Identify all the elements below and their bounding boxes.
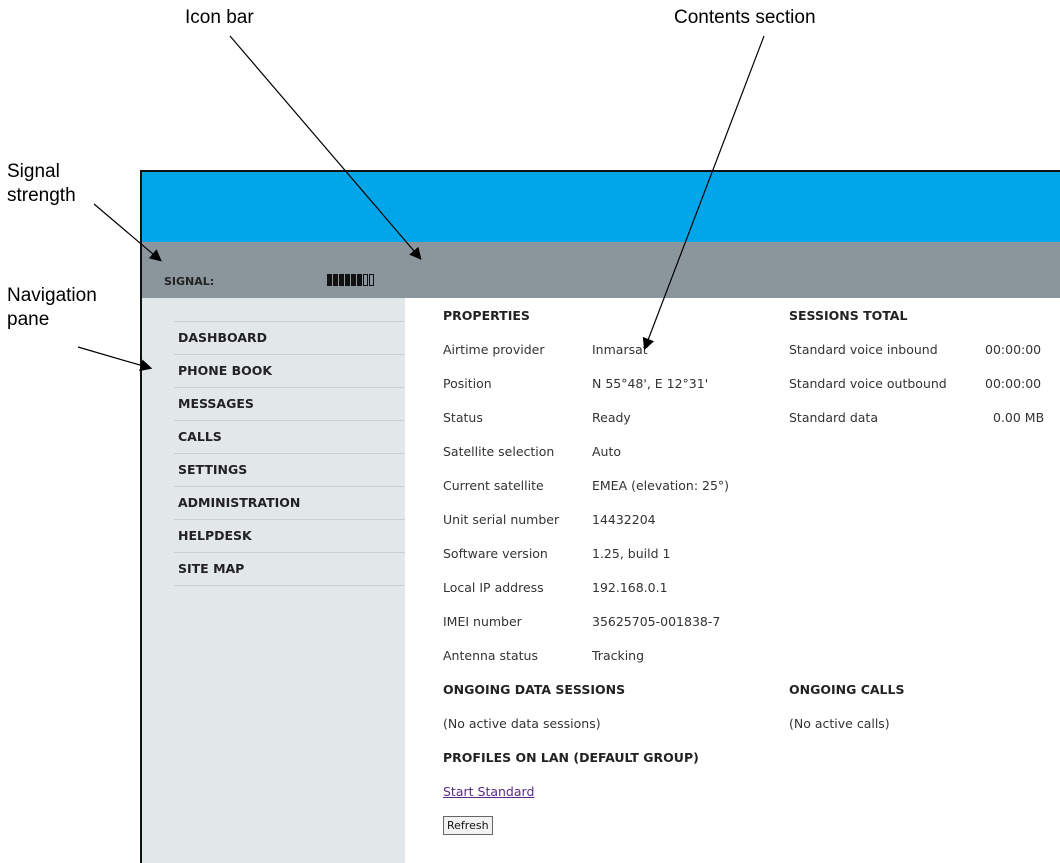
- property-value: Inmarsat: [592, 342, 648, 357]
- session-value: 00:00:00: [985, 376, 1042, 391]
- property-label: Satellite selection: [443, 444, 555, 459]
- property-value: N 55°48', E 12°31': [592, 376, 709, 391]
- session-value: 0.00 MB: [993, 410, 1045, 425]
- property-value: Tracking: [592, 648, 645, 663]
- properties-heading: PROPERTIES: [443, 308, 530, 323]
- property-label: Unit serial number: [443, 512, 560, 527]
- top-banner: [142, 172, 1060, 242]
- callout-signal-strength: Signal strength: [7, 160, 76, 208]
- nav-item-calls[interactable]: CALLS: [174, 421, 405, 454]
- callout-icon-bar: Icon bar: [185, 7, 254, 28]
- property-label: Local IP address: [443, 580, 544, 595]
- navigation-pane: DASHBOARD PHONE BOOK MESSAGES CALLS SETT…: [142, 298, 405, 863]
- main-area: DASHBOARD PHONE BOOK MESSAGES CALLS SETT…: [142, 298, 1060, 863]
- icon-bar: SIGNAL:: [142, 242, 1060, 298]
- contents-section: PROPERTIES Airtime provider Inmarsat Pos…: [405, 298, 1060, 863]
- nav-item-site-map[interactable]: SITE MAP: [174, 553, 405, 586]
- web-interface-screenshot: SIGNAL: DASHBOARD PHONE BOOK MESSAGES CA…: [140, 170, 1060, 863]
- signal-bar-empty: [363, 274, 368, 286]
- callout-navigation-line1: Navigation: [7, 285, 97, 306]
- property-label: Position: [443, 376, 492, 391]
- signal-bar-filled: [333, 274, 338, 286]
- signal-bar-filled: [327, 274, 332, 286]
- signal-label: SIGNAL:: [164, 275, 215, 288]
- nav-item-messages[interactable]: MESSAGES: [174, 388, 405, 421]
- signal-strength-icon: [327, 274, 374, 286]
- property-value: Auto: [592, 444, 622, 459]
- nav-item-administration[interactable]: ADMINISTRATION: [174, 487, 405, 520]
- sessions-total-heading: SESSIONS TOTAL: [789, 308, 908, 323]
- signal-bar-filled: [339, 274, 344, 286]
- nav-list: DASHBOARD PHONE BOOK MESSAGES CALLS SETT…: [174, 318, 405, 586]
- ongoing-data-heading: ONGOING DATA SESSIONS: [443, 682, 626, 697]
- property-value: 14432204: [592, 512, 656, 527]
- property-label: IMEI number: [443, 614, 522, 629]
- nav-item-settings[interactable]: SETTINGS: [174, 454, 405, 487]
- session-label: Standard voice inbound: [789, 342, 938, 357]
- property-value: 35625705-001838-7: [592, 614, 721, 629]
- start-standard-link[interactable]: Start Standard: [443, 784, 534, 799]
- nav-item-dashboard[interactable]: DASHBOARD: [174, 322, 405, 355]
- profiles-heading: PROFILES ON LAN (DEFAULT GROUP): [443, 750, 699, 765]
- signal-bar-filled: [357, 274, 362, 286]
- property-value: 192.168.0.1: [592, 580, 668, 595]
- callout-signal-line1: Signal: [7, 161, 60, 182]
- session-label: Standard voice outbound: [789, 376, 947, 391]
- nav-item-phone-book[interactable]: PHONE BOOK: [174, 355, 405, 388]
- callout-contents-section: Contents section: [674, 7, 816, 28]
- ongoing-calls-text: (No active calls): [789, 716, 890, 731]
- property-label: Current satellite: [443, 478, 544, 493]
- signal-bar-empty: [369, 274, 374, 286]
- session-label: Standard data: [789, 410, 878, 425]
- signal-bar-filled: [345, 274, 350, 286]
- property-label: Status: [443, 410, 483, 425]
- callout-navigation-pane: Navigation pane: [7, 284, 97, 332]
- property-label: Antenna status: [443, 648, 538, 663]
- callout-navigation-line2: pane: [7, 309, 50, 330]
- property-value: EMEA (elevation: 25°): [592, 478, 730, 493]
- session-value: 00:00:00: [985, 342, 1042, 357]
- ongoing-data-text: (No active data sessions): [443, 716, 601, 731]
- property-label: Software version: [443, 546, 548, 561]
- property-value: 1.25, build 1: [592, 546, 671, 561]
- property-value: Ready: [592, 410, 631, 425]
- property-label: Airtime provider: [443, 342, 545, 357]
- nav-item-helpdesk[interactable]: HELPDESK: [174, 520, 405, 553]
- ongoing-calls-heading: ONGOING CALLS: [789, 682, 905, 697]
- refresh-button[interactable]: Refresh: [443, 816, 493, 835]
- callout-signal-line2: strength: [7, 185, 76, 206]
- signal-bar-filled: [351, 274, 356, 286]
